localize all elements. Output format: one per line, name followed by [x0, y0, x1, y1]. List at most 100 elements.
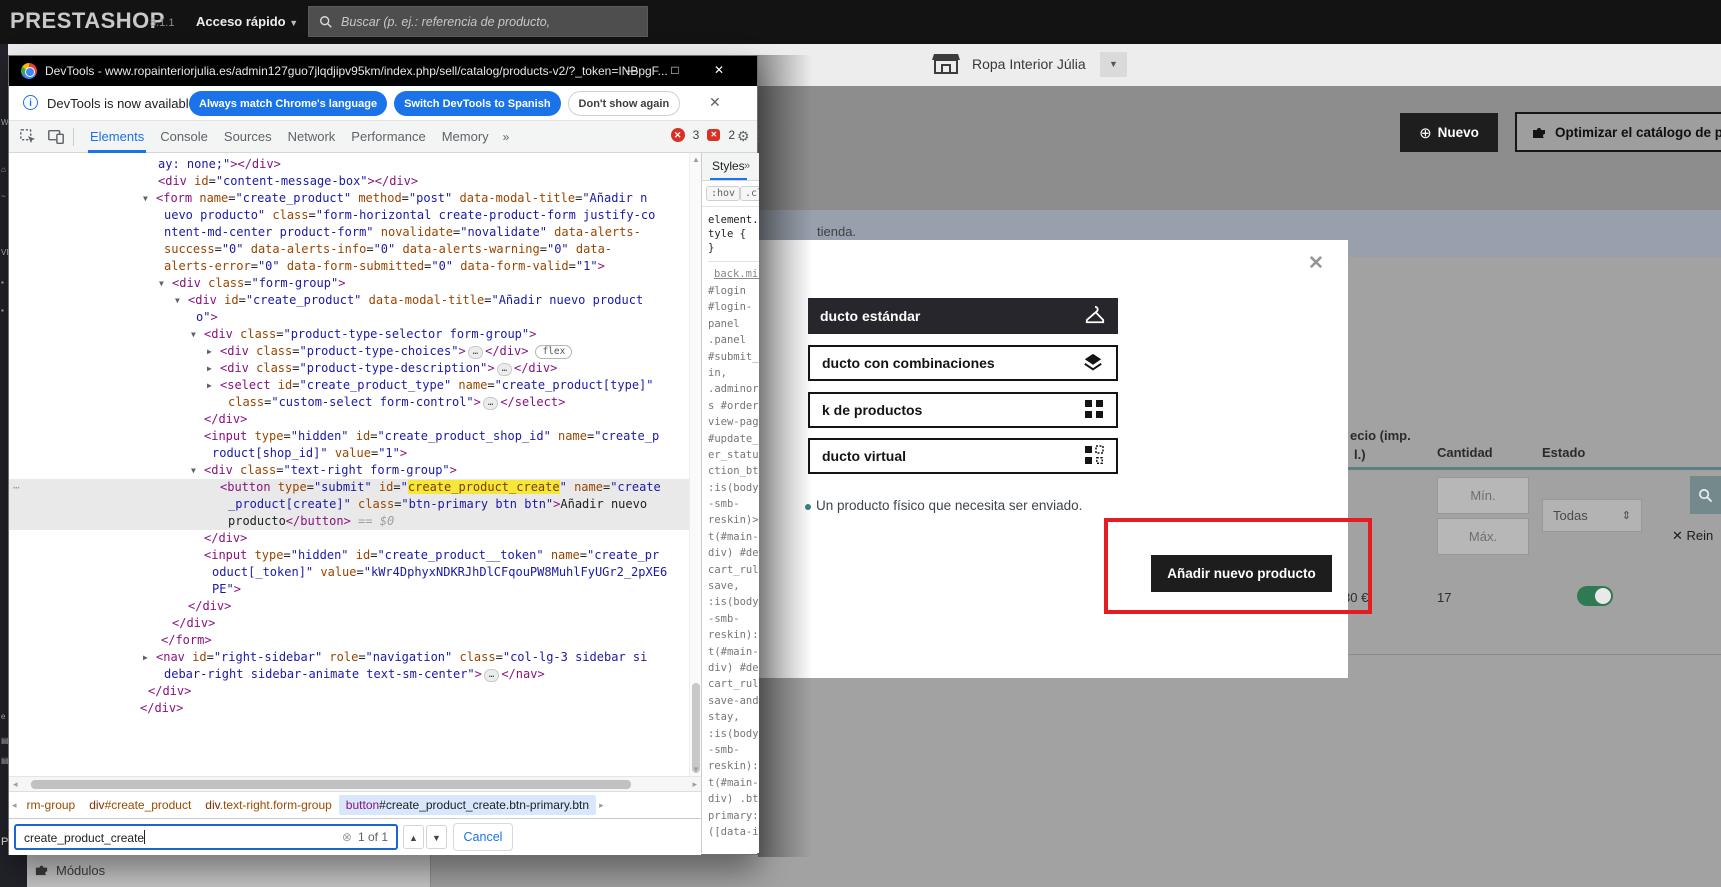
- settings-gear-icon[interactable]: ⚙: [737, 128, 750, 145]
- code-line[interactable]: </div>: [9, 700, 701, 717]
- code-line[interactable]: </form>: [9, 632, 701, 649]
- tab-console[interactable]: Console: [152, 121, 216, 153]
- vertical-scroll-thumb[interactable]: [692, 683, 700, 773]
- modal-close-icon[interactable]: ✕: [1308, 252, 1324, 275]
- issues-icon[interactable]: ✕: [707, 129, 721, 141]
- maximize-button[interactable]: □: [667, 63, 683, 77]
- code-line[interactable]: ▶ <nav id="right-sidebar" role="navigatio…: [9, 649, 701, 666]
- quick-access-dropdown[interactable]: Acceso rápido ▼: [196, 14, 298, 29]
- tab-sources[interactable]: Sources: [216, 121, 280, 153]
- code-line[interactable]: ▶ <div class="product-type-choices">… </di…: [9, 343, 701, 360]
- devtools-titlebar[interactable]: DevTools - www.ropainteriorjulia.es/admi…: [9, 56, 757, 86]
- code-line[interactable]: PE">: [9, 581, 701, 598]
- tab-performance[interactable]: Performance: [343, 121, 433, 153]
- code-line[interactable]: <div id="content-message-box"></div>: [9, 173, 701, 190]
- code-line[interactable]: producto</button> == $0: [9, 513, 701, 530]
- tab-network[interactable]: Network: [280, 121, 344, 153]
- product-type-button[interactable]: ducto virtual: [808, 438, 1118, 474]
- breadcrumb-crumb[interactable]: div.text-right.form-group: [198, 795, 339, 815]
- code-line[interactable]: roduct[shop_id]" value="1">: [9, 445, 701, 462]
- code-line[interactable]: ▼ <div class="form-group">: [9, 275, 701, 292]
- code-line[interactable]: </div>: [9, 530, 701, 547]
- horizontal-scrollbar[interactable]: ◂ ▸: [9, 776, 701, 791]
- cancel-search-button[interactable]: Cancel: [453, 823, 513, 851]
- code-line[interactable]: ay: none;"></div>: [9, 156, 701, 173]
- line-options-dots[interactable]: ⋯: [13, 479, 20, 496]
- code-line[interactable]: success="0" data-alerts-info="0" data-al…: [9, 241, 701, 258]
- device-toolbar-icon[interactable]: [47, 128, 65, 146]
- code-line[interactable]: o">: [9, 309, 701, 326]
- code-line[interactable]: ▼ <div class="product-type-selector form-…: [9, 326, 701, 343]
- expand-arrow-icon[interactable]: ▶: [207, 377, 212, 394]
- code-line[interactable]: ⋯ <button type="submit" id="create_produc…: [9, 479, 701, 496]
- code-line[interactable]: ▶ <select id="create_product_type" name="…: [9, 377, 701, 394]
- code-line[interactable]: alerts-error="0" data-form-submitted="0"…: [9, 258, 701, 275]
- global-search-input[interactable]: Buscar (p. ej.: referencia de producto,: [308, 6, 648, 37]
- scroll-right-arrow-icon[interactable]: ▸: [692, 779, 697, 790]
- code-line[interactable]: uevo producto" class="form-horizontal cr…: [9, 207, 701, 224]
- code-line[interactable]: ▼ <div id="create_product" data-modal-tit…: [9, 292, 701, 309]
- flex-badge[interactable]: flex: [535, 345, 573, 359]
- collapsed-content-ellipsis[interactable]: …: [496, 363, 512, 376]
- kebab-menu-icon[interactable]: ⋮: [751, 128, 765, 145]
- code-line[interactable]: ▼ <div class="text-right form-group">: [9, 462, 701, 479]
- collapse-arrow-icon[interactable]: ▼: [175, 292, 180, 309]
- shop-switcher-chevron[interactable]: ▼: [1100, 52, 1127, 77]
- table-search-button[interactable]: [1690, 476, 1721, 514]
- status-toggle[interactable]: [1577, 586, 1613, 606]
- find-input[interactable]: create_product_create ⊗ 1 of 1: [14, 824, 398, 850]
- product-type-button[interactable]: k de productos: [808, 392, 1118, 428]
- collapsed-content-ellipsis[interactable]: …: [467, 346, 484, 359]
- code-line[interactable]: _product[create]" class="btn-primary btn…: [9, 496, 701, 513]
- console-error-count[interactable]: 3: [693, 128, 700, 142]
- close-button[interactable]: ✕: [711, 63, 727, 77]
- product-type-button[interactable]: ducto con combinaciones: [808, 345, 1118, 381]
- inspect-element-icon[interactable]: [19, 128, 37, 146]
- more-tabs-icon[interactable]: »: [497, 130, 516, 144]
- code-line[interactable]: </div>: [9, 615, 701, 632]
- tab-memory[interactable]: Memory: [434, 121, 497, 153]
- collapse-arrow-icon[interactable]: ▼: [191, 462, 196, 479]
- breadcrumb-crumb[interactable]: div#create_product: [82, 795, 198, 815]
- code-line[interactable]: ▼ <form name="create_product" method="pos…: [9, 190, 701, 207]
- vertical-scrollbar[interactable]: ▲ ▼: [689, 153, 701, 776]
- reset-filters-link[interactable]: ✕ Rein: [1672, 528, 1713, 544]
- sidebar-item-modules[interactable]: Módulos: [56, 863, 105, 878]
- breadcrumb-right-arrow-icon[interactable]: ▸: [596, 800, 607, 811]
- collapse-arrow-icon[interactable]: ▼: [191, 326, 196, 343]
- code-line[interactable]: </div>: [9, 683, 701, 700]
- product-type-button[interactable]: ducto estándar: [808, 298, 1118, 334]
- breadcrumb-crumb[interactable]: rm-group: [20, 795, 83, 815]
- stylesheet-link[interactable]: back.min…: [708, 268, 759, 283]
- breadcrumb-left-arrow-icon[interactable]: ◂: [9, 800, 20, 811]
- code-line[interactable]: </div>: [9, 598, 701, 615]
- scroll-down-arrow-icon[interactable]: ▼: [692, 765, 700, 774]
- expand-arrow-icon[interactable]: ▶: [207, 360, 212, 377]
- quantity-min-input[interactable]: Mín.: [1437, 477, 1529, 514]
- code-line[interactable]: debar-right sidebar-animate text-sm-cent…: [9, 666, 701, 683]
- clear-search-icon[interactable]: ⊗: [342, 830, 352, 844]
- code-line[interactable]: class="custom-select form-control">… </se…: [9, 394, 701, 411]
- column-header-status[interactable]: Estado: [1542, 445, 1585, 460]
- horizontal-scroll-thumb[interactable]: [31, 780, 631, 789]
- collapse-arrow-icon[interactable]: ▼: [159, 275, 164, 292]
- tab-styles[interactable]: Styles: [710, 159, 747, 180]
- code-line[interactable]: ntent-md-center product-form" novalidate…: [9, 224, 701, 241]
- collapsed-content-ellipsis[interactable]: …: [482, 397, 499, 410]
- optimize-catalog-button[interactable]: Optimizar el catálogo de p: [1515, 112, 1721, 152]
- code-line[interactable]: oduct[_token]" value="kWr4DphyxNDKRJhDlC…: [9, 564, 701, 581]
- infobar-close-icon[interactable]: ✕: [709, 94, 721, 111]
- dont-show-again-button[interactable]: Don't show again: [567, 91, 681, 116]
- collapse-arrow-icon[interactable]: ▼: [143, 190, 148, 207]
- switch-to-spanish-button[interactable]: Switch DevTools to Spanish: [394, 91, 561, 116]
- breadcrumb-crumb[interactable]: button#create_product_create.btn-primary…: [338, 795, 597, 815]
- quantity-max-input[interactable]: Máx.: [1437, 518, 1529, 555]
- next-match-button[interactable]: ▼: [426, 825, 447, 849]
- console-error-icon[interactable]: ✕: [670, 128, 685, 142]
- match-language-button[interactable]: Always match Chrome's language: [189, 91, 388, 116]
- collapsed-content-ellipsis[interactable]: …: [483, 669, 500, 682]
- scroll-left-arrow-icon[interactable]: ◂: [13, 779, 18, 790]
- styles-more-tabs-icon[interactable]: »: [744, 160, 750, 172]
- code-line[interactable]: </div>: [9, 411, 701, 428]
- expand-arrow-icon[interactable]: ▶: [143, 649, 148, 666]
